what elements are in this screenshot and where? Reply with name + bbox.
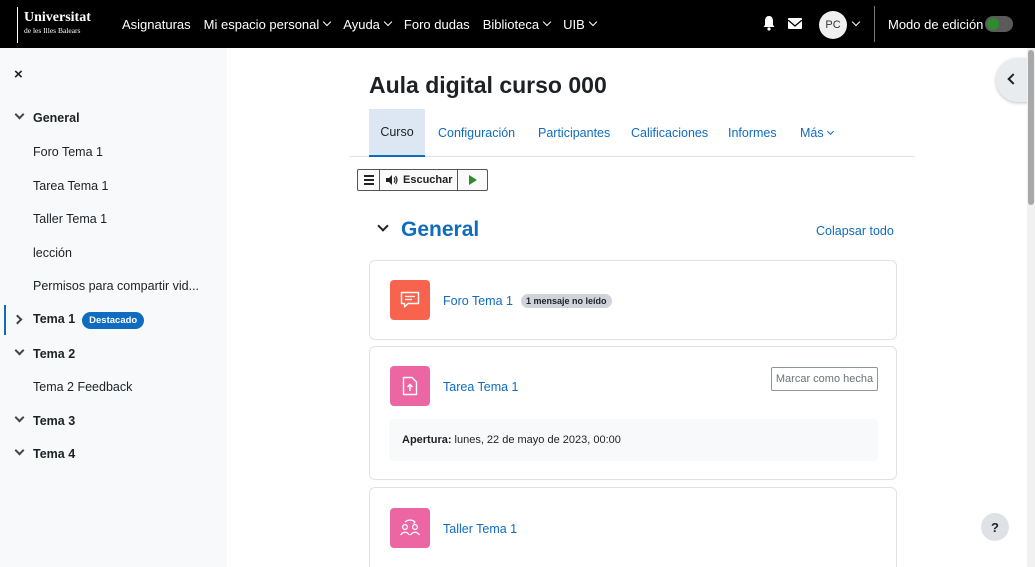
chevron-down-icon [323,17,332,27]
course-index-drawer: × General Foro Tema 1 Tarea Tema 1 Talle… [0,48,227,567]
drawer-item-foro-tema-1[interactable]: Foro Tema 1 [0,141,227,163]
drawer-section-tema-4[interactable]: Tema 4 [0,443,227,465]
top-navbar: Universitat de les Illes Balears Asignat… [0,0,1035,48]
tab-participantes[interactable]: Participantes [538,109,610,157]
uib-logo[interactable]: Universitat de les Illes Balears [17,7,91,43]
tab-curso[interactable]: Curso [369,109,425,157]
activity-card-forum: Foro Tema 1 1 mensaje no leído [369,260,897,340]
nav-mi-espacio-personal[interactable]: Mi espacio personal [204,17,332,32]
edit-mode-label: Modo de edición [888,17,984,32]
readspeaker-toolbar: Escuchar [357,169,488,191]
chevron-down-icon [542,17,552,27]
activity-name-link[interactable]: Taller Tema 1 [443,522,517,536]
dates-value: lunes, 22 de mayo de 2023, 00:00 [454,434,621,446]
drawer-section-general[interactable]: General [0,107,227,129]
chevron-left-icon [1007,73,1019,85]
collapse-all-link[interactable]: Colapsar todo [816,224,894,238]
edit-mode-toggle[interactable] [985,16,1013,32]
activity-dates: Apertura: lunes, 22 de mayo de 2023, 00:… [389,419,878,461]
primary-nav: Asignaturas Mi espacio personal Ayuda Fo… [122,0,609,48]
drawer-section-tema-2[interactable]: Tema 2 [0,343,227,365]
chevron-down-icon [588,17,597,27]
close-drawer-icon[interactable]: × [14,66,23,83]
chevron-down-icon[interactable] [14,109,25,120]
drawer-item-tarea-tema-1[interactable]: Tarea Tema 1 [0,175,227,197]
chevron-down-icon [826,127,834,136]
highlighted-badge: Destacado [82,311,145,329]
page-scrollbar[interactable] [1027,48,1035,567]
tab-configuracion[interactable]: Configuración [438,109,515,157]
forum-icon[interactable] [390,280,430,320]
user-menu-chevron-down-icon[interactable] [851,17,861,27]
listen-button[interactable]: Escuchar [380,170,458,190]
section-collapse-chevron-icon[interactable] [377,220,389,232]
activity-name-link[interactable]: Foro Tema 1 [443,294,513,308]
tab-mas[interactable]: Más [800,109,834,157]
logo-sub-text: de les Illes Balears [24,26,81,35]
toggle-knob [987,18,999,30]
drawer-item-permisos[interactable]: Permisos para compartir vid... [0,275,227,297]
tab-calificaciones[interactable]: Calificaciones [631,109,708,157]
logo-main-text: Universitat [24,10,91,25]
help-button[interactable]: ? [981,513,1009,541]
workshop-icon[interactable] [390,508,430,548]
user-avatar[interactable]: PC [819,11,847,39]
activity-name-link[interactable]: Tarea Tema 1 [443,380,519,394]
scrollbar-thumb[interactable] [1028,50,1034,205]
unread-messages-badge: 1 mensaje no leído [521,294,612,308]
drawer-section-label: Tema 1 [33,311,76,326]
navbar-divider [874,6,875,42]
activity-card-assignment: Tarea Tema 1 Marcar como hecha Apertura:… [369,346,897,480]
nav-foro-dudas[interactable]: Foro dudas [404,17,470,32]
activity-card-workshop: Taller Tema 1 [369,487,897,567]
chevron-down-icon[interactable] [14,345,25,356]
dates-label: Apertura: [402,434,452,446]
play-icon [468,175,477,185]
messages-envelope-icon[interactable] [787,18,803,29]
page-title: Aula digital curso 000 [369,72,607,98]
drawer-section-tema-3[interactable]: Tema 3 [0,410,227,432]
nav-uib[interactable]: UIB [563,17,597,32]
chevron-down-icon[interactable] [14,445,25,456]
section-title: General [401,218,480,241]
chevron-right-icon[interactable] [12,314,23,325]
drawer-item-taller-tema-1[interactable]: Taller Tema 1 [0,208,227,230]
course-tabs: Curso Configuración Participantes Califi… [350,109,915,157]
nav-asignaturas[interactable]: Asignaturas [122,17,191,32]
drawer-item-tema-2-feedback[interactable]: Tema 2 Feedback [0,376,227,398]
notifications-bell-icon[interactable] [762,15,776,31]
nav-biblioteca[interactable]: Biblioteca [483,17,552,32]
play-button[interactable] [458,170,487,190]
drawer-item-leccion[interactable]: lección [0,242,227,264]
tab-informes[interactable]: Informes [728,109,777,157]
nav-ayuda[interactable]: Ayuda [343,17,393,32]
assignment-icon[interactable] [390,366,430,406]
speaker-icon [386,175,398,185]
chevron-down-icon[interactable] [14,412,25,423]
readspeaker-menu-icon[interactable] [358,170,380,190]
mark-as-done-button[interactable]: Marcar como hecha [771,367,878,391]
drawer-section-tema-1[interactable]: Tema 1 Destacado [0,305,227,335]
chevron-down-icon [383,17,393,27]
